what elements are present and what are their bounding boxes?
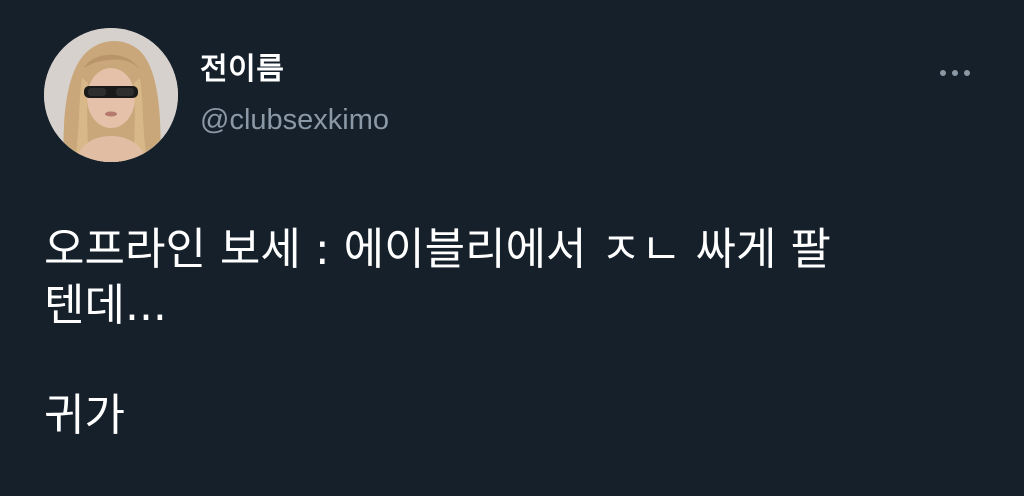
display-name[interactable]: 전이름 <box>200 50 284 90</box>
tweet: 전이름 @clubsexkimo 오프라인 보세 : 에이블리에서 ㅈㄴ 싸게 … <box>0 0 1024 496</box>
more-dot <box>952 70 958 76</box>
more-options-icon[interactable] <box>930 58 980 88</box>
tweet-text-line: 오프라인 보세 : 에이블리에서 ㅈㄴ 싸게 팔 <box>44 224 831 275</box>
tweet-text: 오프라인 보세 : 에이블리에서 ㅈㄴ 싸게 팔 텐데... <box>44 222 984 334</box>
tweet-text-line: 텐데... <box>44 280 167 331</box>
more-dot <box>940 70 946 76</box>
tweet-text-paragraph: 귀가 <box>44 390 125 441</box>
avatar-image <box>44 28 178 162</box>
avatar[interactable] <box>44 28 178 162</box>
more-dot <box>964 70 970 76</box>
user-handle[interactable]: @clubsexkimo <box>200 100 389 140</box>
